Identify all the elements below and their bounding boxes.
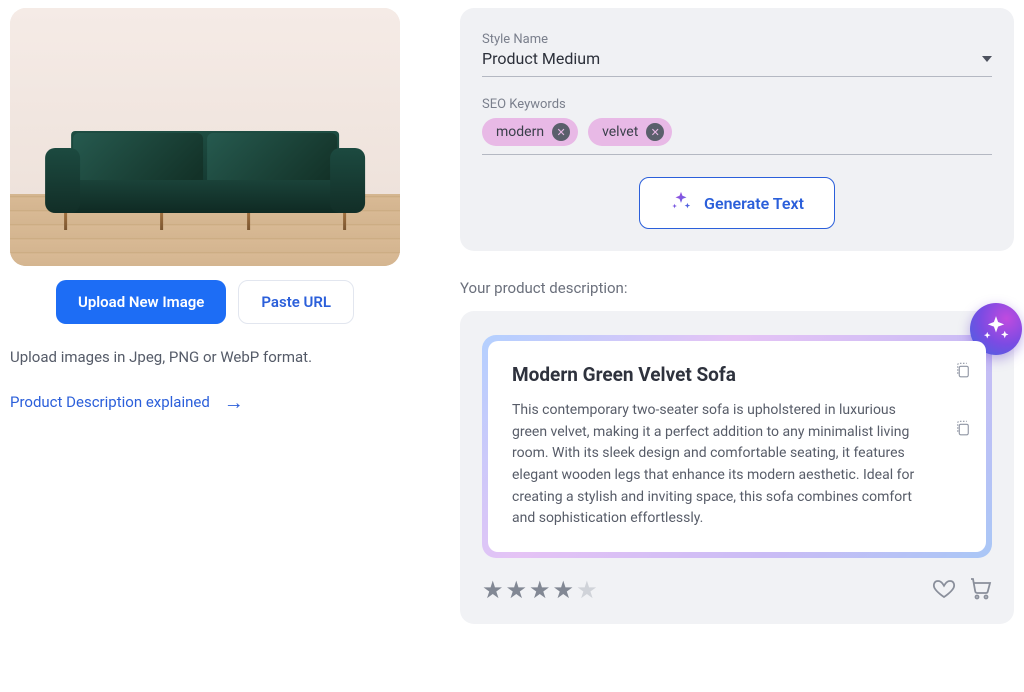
config-card: Style Name Product Medium SEO Keywords m… — [460, 8, 1014, 251]
result-body: This contemporary two-seater sofa is uph… — [512, 400, 962, 530]
star-icon[interactable]: ★ — [576, 576, 598, 604]
cart-icon[interactable] — [968, 576, 992, 604]
help-link-label: Product Description explained — [10, 393, 210, 411]
copy-body-icon[interactable] — [954, 419, 972, 441]
keyword-chip-label: velvet — [602, 124, 638, 140]
close-icon[interactable]: ✕ — [552, 123, 570, 141]
generate-text-label: Generate Text — [704, 194, 804, 213]
star-icon[interactable]: ★ — [553, 576, 575, 604]
copy-title-icon[interactable] — [954, 361, 972, 383]
sparkle-icon — [670, 190, 692, 216]
keyword-chip-modern[interactable]: modern ✕ — [482, 118, 578, 146]
product-description-explained-link[interactable]: Product Description explained → — [10, 392, 400, 412]
style-name-select[interactable]: Style Name Product Medium — [482, 26, 992, 77]
upload-format-hint: Upload images in Jpeg, PNG or WebP forma… — [10, 348, 400, 366]
output-section-label: Your product description: — [460, 279, 1014, 297]
style-name-value: Product Medium — [482, 49, 600, 68]
keyword-chip-velvet[interactable]: velvet ✕ — [588, 118, 672, 146]
description-frame: Modern Green Velvet Sofa This contempora… — [482, 335, 992, 558]
star-icon[interactable]: ★ — [506, 576, 528, 604]
seo-keywords-field[interactable]: SEO Keywords modern ✕ velvet ✕ — [482, 91, 992, 155]
product-image-preview — [10, 8, 400, 266]
result-title: Modern Green Velvet Sofa — [512, 363, 962, 386]
keyword-chip-label: modern — [496, 124, 544, 140]
heart-icon[interactable] — [932, 576, 956, 604]
upload-new-image-button[interactable]: Upload New Image — [56, 280, 226, 324]
chevron-down-icon — [982, 56, 992, 62]
star-icon[interactable]: ★ — [529, 576, 551, 604]
style-name-label: Style Name — [482, 32, 992, 47]
arrow-right-icon: → — [224, 392, 244, 412]
output-card: Modern Green Velvet Sofa This contempora… — [460, 311, 1014, 624]
rating-stars[interactable]: ★ ★ ★ ★ ★ — [482, 576, 598, 604]
paste-url-button[interactable]: Paste URL — [238, 280, 354, 324]
star-icon[interactable]: ★ — [482, 576, 504, 604]
generate-text-button[interactable]: Generate Text — [639, 177, 835, 229]
close-icon[interactable]: ✕ — [646, 123, 664, 141]
seo-keywords-label: SEO Keywords — [482, 97, 992, 112]
